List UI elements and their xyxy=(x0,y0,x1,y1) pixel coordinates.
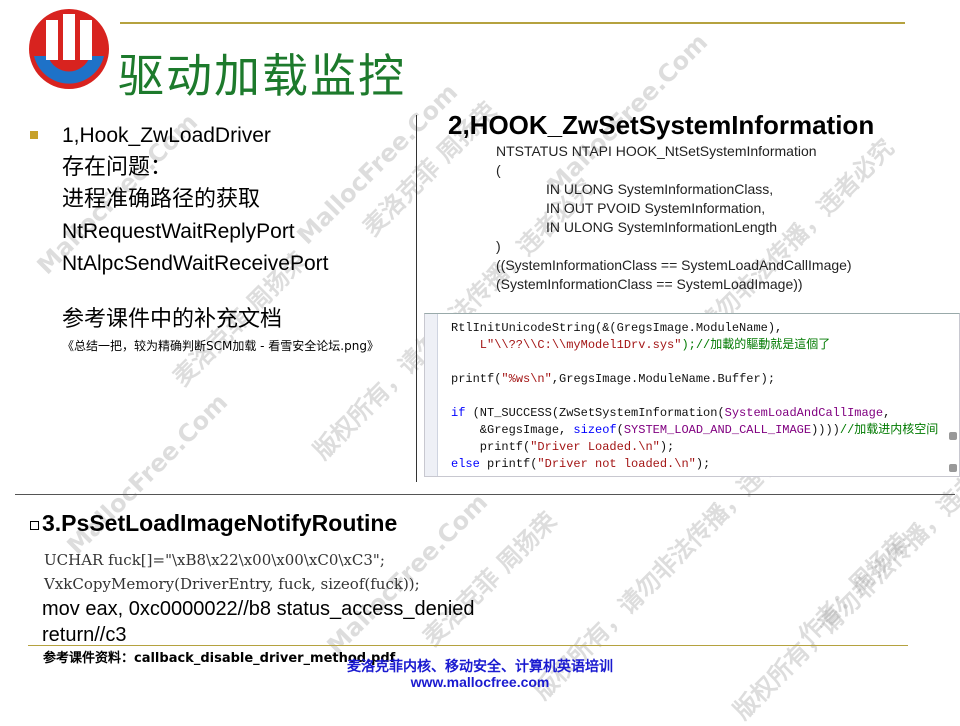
left-line: 存在问题： xyxy=(62,155,173,180)
bullet-marker xyxy=(30,131,38,139)
scroll-marker-icon xyxy=(949,432,957,440)
editor-gutter xyxy=(425,314,438,476)
watermark-author: 作者：周扬荣 xyxy=(792,528,915,651)
slide-title: 驱动加载监控 xyxy=(118,49,406,103)
code-line: ) xyxy=(496,238,501,254)
ref-heading: 参考课件中的补充文档 xyxy=(62,307,283,332)
left-line: 进程准确路径的获取 xyxy=(62,187,261,212)
section2-heading: 2,HOOK_ZwSetSystemInformation xyxy=(448,110,875,140)
mallocfree-logo-icon xyxy=(29,9,109,89)
bullet-heading: 1,Hook_ZwLoadDriver xyxy=(62,124,271,147)
left-line: NtRequestWaitReplyPort xyxy=(62,220,295,243)
code-line: &GregsImage, sizeof(SYSTEM_LOAD_AND_CALL… xyxy=(451,423,939,437)
code-line: IN ULONG SystemInformationClass, xyxy=(546,181,774,197)
footer-tagline: 麦洛克菲内核、移动安全、计算机英语培训 xyxy=(347,659,613,675)
code-line: ( xyxy=(496,162,501,178)
code-line: printf("Driver Loaded.\n"); xyxy=(451,440,675,454)
asm-line: mov eax, 0xc0000022//b8 status_access_de… xyxy=(42,598,475,620)
code-line: L"\\??\\C:\\myModel1Drv.sys");//加載的驅動就是這… xyxy=(451,338,831,352)
column-divider xyxy=(416,115,417,482)
code-screenshot: RtlInitUnicodeString(&(GregsImage.Module… xyxy=(424,313,960,477)
section-divider xyxy=(15,494,955,495)
prototype-code: NTSTATUS NTAPI HOOK_NtSetSystemInformati… xyxy=(496,142,916,294)
code-line: VxkCopyMemory(DriverEntry, fuck, sizeof(… xyxy=(44,575,420,593)
bottom-rule xyxy=(28,645,908,646)
code-line: NTSTATUS NTAPI HOOK_NtSetSystemInformati… xyxy=(496,143,817,159)
patch-code-image: UCHAR fuck[]="\xB8\x22\x00\x00\xC0\xC3";… xyxy=(44,548,420,596)
code-line: printf("%ws\n",GregsImage.ModuleName.Buf… xyxy=(451,372,776,386)
footer-url: www.mallocfree.com xyxy=(410,674,550,690)
code-line: else printf("Driver not loaded.\n"); xyxy=(451,457,711,471)
code-line: ((SystemInformationClass == SystemLoadAn… xyxy=(496,257,852,273)
code-line: UCHAR fuck[]="\xB8\x22\x00\x00\xC0\xC3"; xyxy=(44,551,385,569)
asm-block: mov eax, 0xc0000022//b8 status_access_de… xyxy=(42,596,475,648)
scroll-marker-icon xyxy=(949,464,957,472)
left-line: NtAlpcSendWaitReceivePort xyxy=(62,252,329,275)
left-column: 1,Hook_ZwLoadDriver 存在问题： 进程准确路径的获取 NtRe… xyxy=(62,120,412,356)
code-line: IN OUT PVOID SystemInformation, xyxy=(546,200,766,216)
checkbox-bullet-icon xyxy=(30,521,39,530)
code-line: RtlInitUnicodeString(&(GregsImage.Module… xyxy=(451,321,783,335)
code-line: if (NT_SUCCESS(ZwSetSystemInformation(Sy… xyxy=(451,406,891,420)
top-rule xyxy=(120,22,905,24)
ref-document: 《总结一把，较为精确判断SCM加载 - 看雪安全论坛.png》 xyxy=(62,339,379,353)
section3-heading: 3.PsSetLoadImageNotifyRoutine xyxy=(42,510,398,536)
code-line: (SystemInformationClass == SystemLoadIma… xyxy=(496,276,803,292)
code-line: IN ULONG SystemInformationLength xyxy=(546,219,778,235)
